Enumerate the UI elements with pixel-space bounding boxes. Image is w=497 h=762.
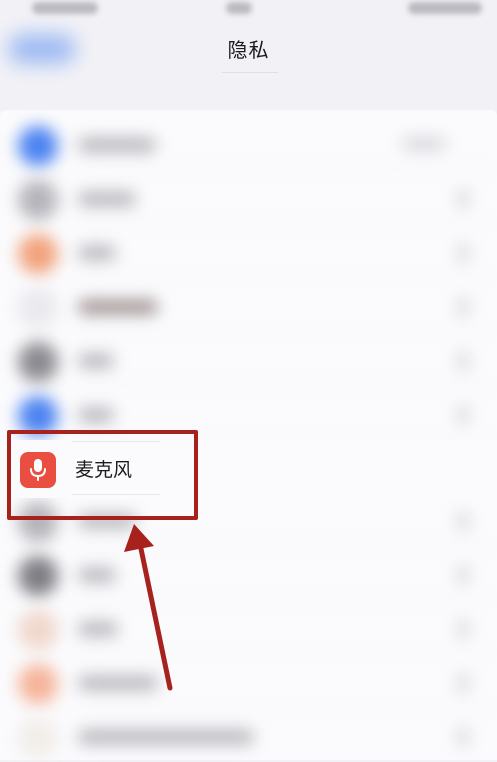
annotation-arrow-icon [124,524,173,691]
